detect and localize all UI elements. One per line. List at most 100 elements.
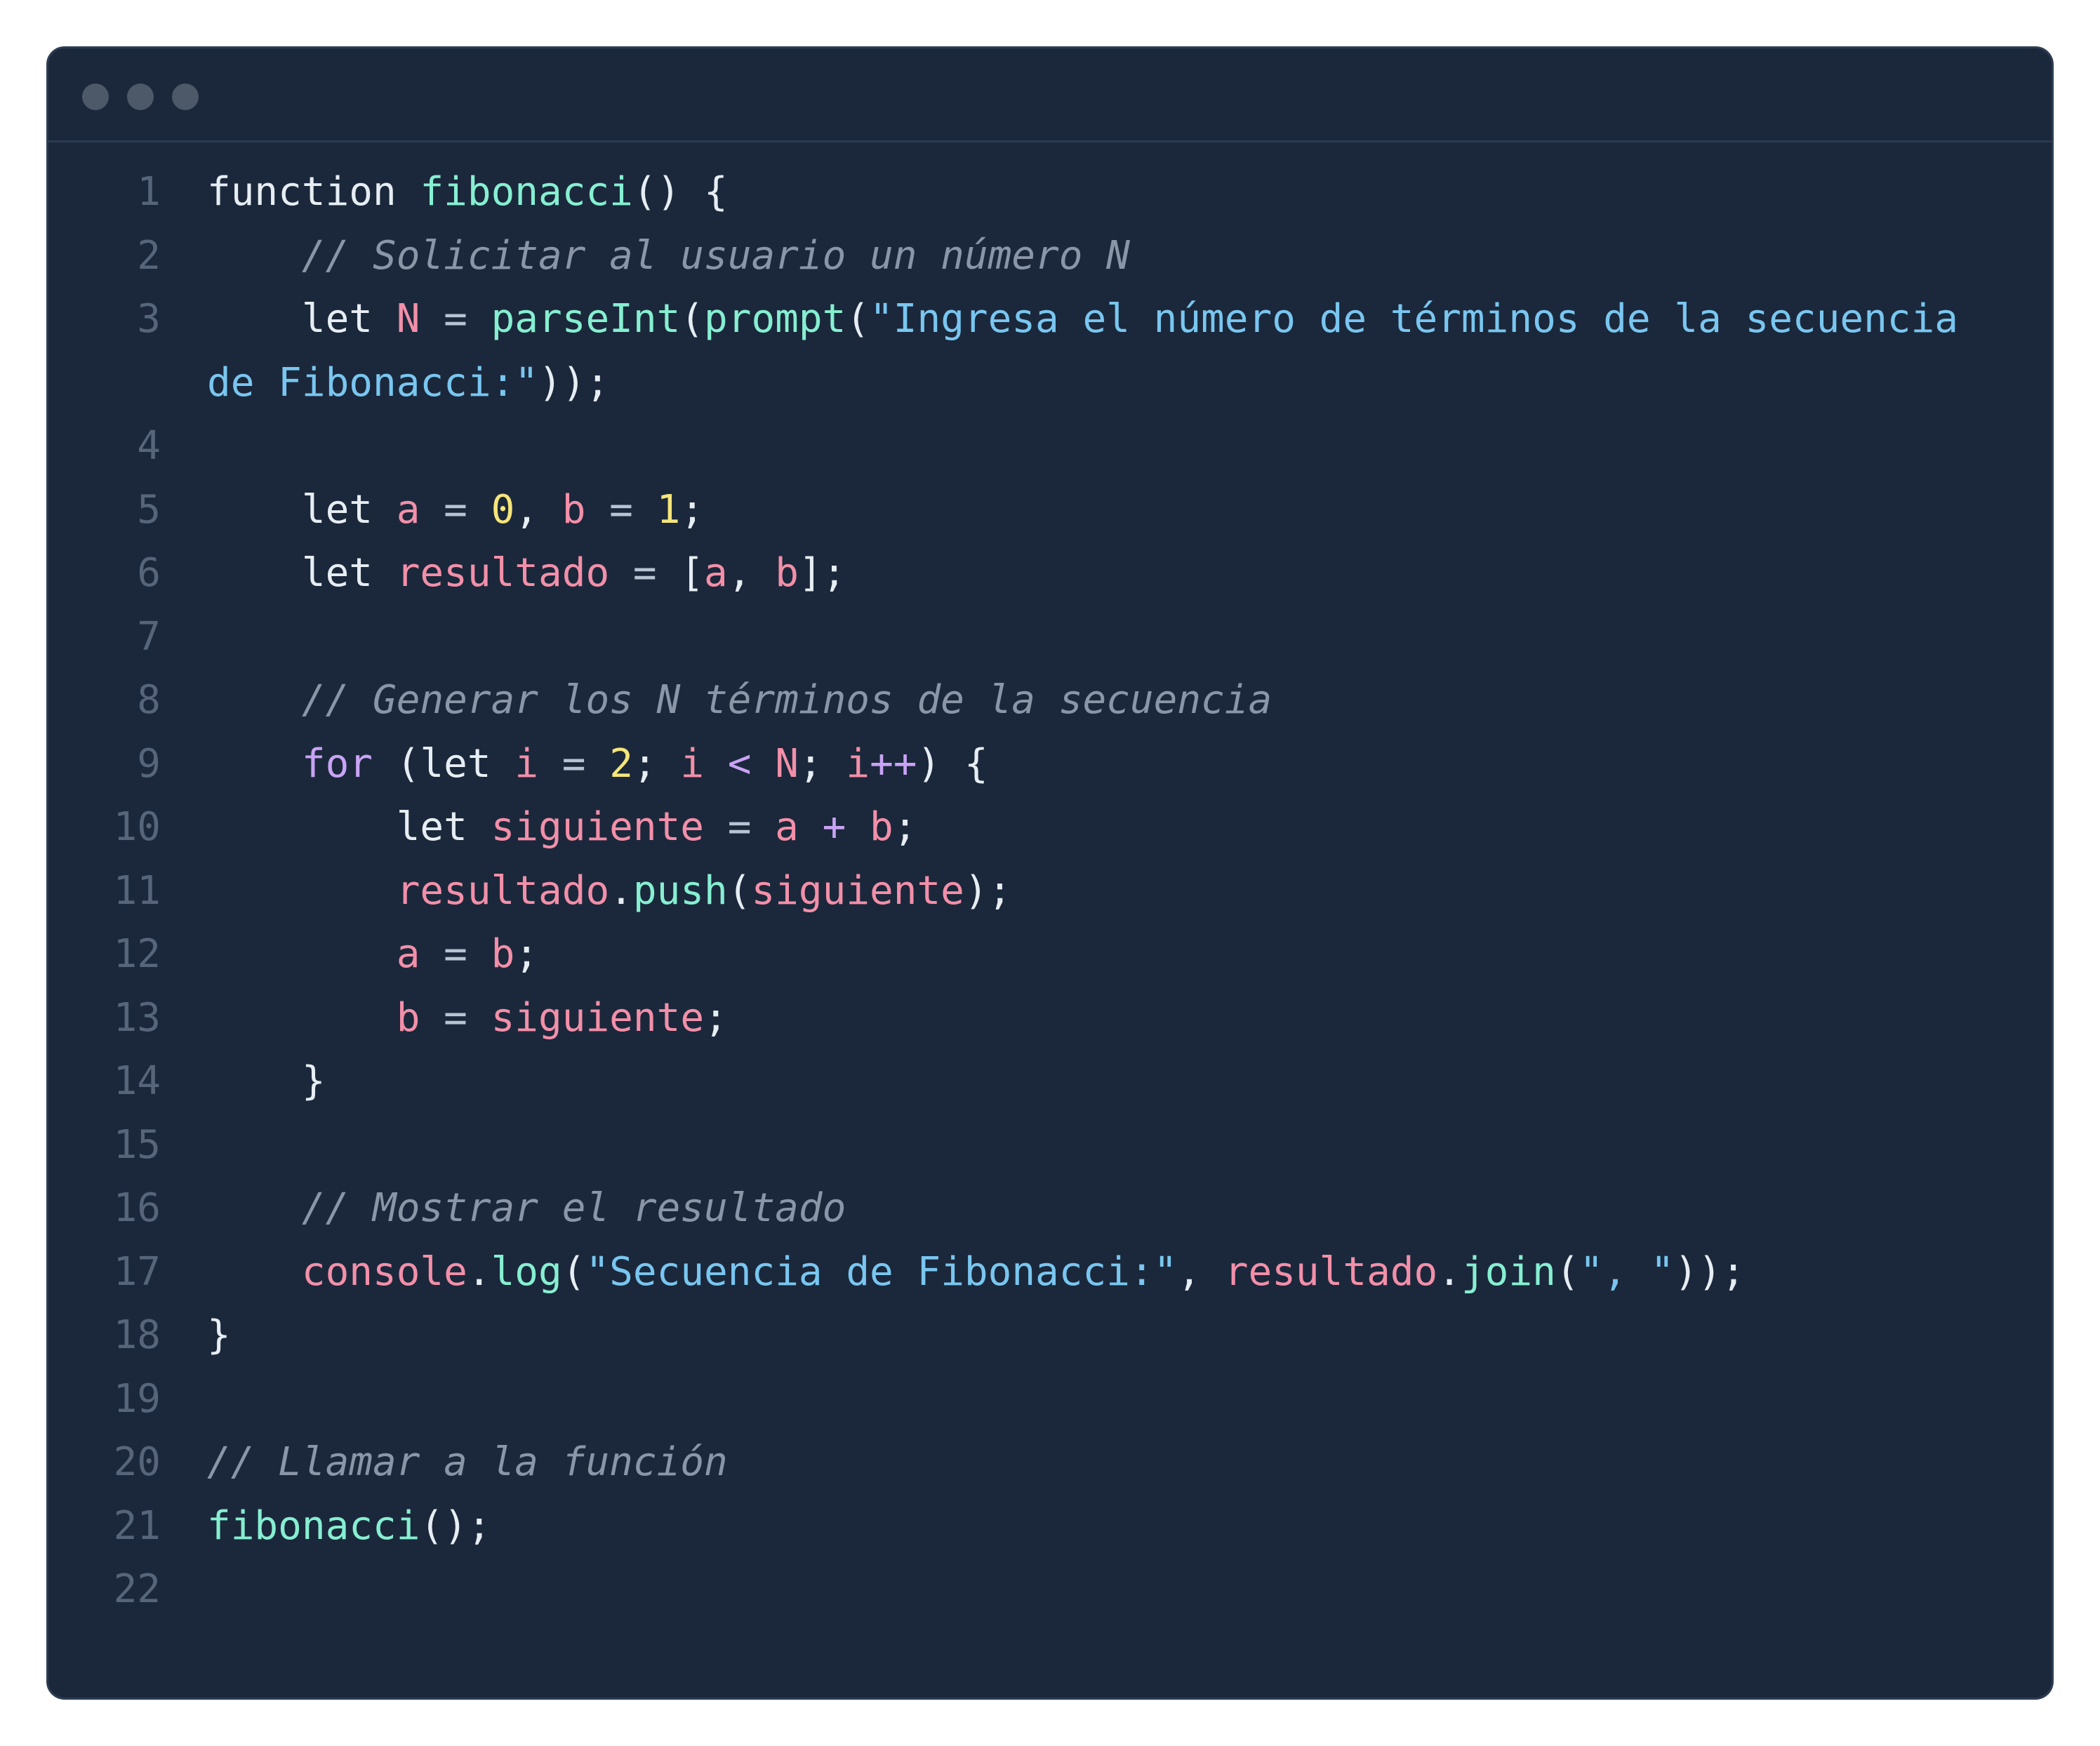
code-text: fibonacci();	[207, 1495, 491, 1559]
line-number: 10	[113, 804, 161, 850]
code-token: ;	[893, 804, 917, 850]
code-token: let	[207, 550, 397, 596]
code-token: );	[964, 867, 1012, 914]
code-token: (	[846, 296, 870, 342]
window-titlebar	[48, 48, 2052, 142]
code-token: 1	[656, 486, 681, 533]
window-control-dot[interactable]	[172, 84, 199, 110]
code-token: resultado	[1224, 1248, 1438, 1295]
window-control-dot[interactable]	[127, 84, 154, 110]
code-token: ;	[514, 931, 539, 977]
code-text: function fibonacci() {	[207, 161, 728, 225]
code-text: let siguiente = a + b;	[207, 796, 917, 860]
code-token: ;	[798, 740, 846, 787]
window-control-dot[interactable]	[82, 84, 109, 110]
code-token: b	[561, 486, 586, 533]
code-token: resultado	[396, 550, 610, 596]
code-token: // Generar los N términos de la secuenci…	[301, 677, 1272, 723]
code-text: }	[207, 1304, 231, 1368]
code-token: =	[420, 486, 491, 533]
code-token: fibonacci	[207, 1502, 420, 1549]
code-line: 18}	[48, 1304, 2052, 1368]
code-token: let	[207, 296, 397, 342]
code-token: ];	[798, 550, 846, 596]
code-token: a	[775, 804, 799, 850]
code-token: =	[538, 740, 610, 787]
code-token: console	[301, 1248, 467, 1295]
code-line: 9 for (let i = 2; i < N; i++) {	[48, 733, 2052, 797]
line-number: 13	[113, 994, 161, 1041]
code-text: // Mostrar el resultado	[207, 1177, 846, 1241]
code-token: // Mostrar el resultado	[301, 1185, 846, 1231]
line-number: 22	[113, 1566, 161, 1612]
line-number: 21	[113, 1502, 161, 1549]
code-line: 7	[48, 606, 2052, 669]
code-token: function	[207, 169, 420, 215]
code-text: // Llamar a la función	[207, 1431, 728, 1495]
line-number: 9	[137, 740, 161, 787]
code-token: ) {	[917, 740, 988, 787]
code-token: ;	[704, 994, 728, 1041]
code-token: b	[870, 804, 893, 850]
code-line: 3 let N = parseInt(prompt("Ingresa el nú…	[48, 288, 2052, 415]
code-line: 4	[48, 415, 2052, 479]
code-token: ,	[514, 486, 562, 533]
code-token: () {	[632, 169, 728, 215]
code-token: i	[846, 740, 870, 787]
code-token: log	[491, 1248, 562, 1295]
code-text: let resultado = [a, b];	[207, 542, 846, 606]
code-token: (	[1555, 1248, 1580, 1295]
code-token: <	[704, 740, 776, 787]
code-line: 8 // Generar los N términos de la secuen…	[48, 669, 2052, 733]
code-text: b = siguiente;	[207, 987, 728, 1051]
code-token: (	[727, 867, 752, 914]
code-token: a	[396, 931, 420, 977]
code-token: i	[514, 740, 539, 787]
code-line: 19	[48, 1368, 2052, 1432]
code-token: =	[420, 931, 491, 977]
code-token: b	[775, 550, 799, 596]
code-token: // Llamar a la función	[207, 1439, 728, 1485]
code-token: =	[585, 486, 657, 533]
code-line: 6 let resultado = [a, b];	[48, 542, 2052, 606]
code-line: 1 function fibonacci() {	[48, 161, 2052, 225]
code-editor[interactable]: 1 function fibonacci() {2 // Solicitar al…	[48, 142, 2052, 1622]
line-number: 18	[113, 1312, 161, 1358]
code-line: 12 a = b;	[48, 923, 2052, 987]
code-token: 2	[609, 740, 633, 787]
code-token: 0	[491, 486, 515, 533]
line-number: 2	[137, 232, 161, 279]
code-text: a = b;	[207, 923, 538, 987]
code-line: 11 resultado.push(siguiente);	[48, 860, 2052, 924]
code-text: console.log("Secuencia de Fibonacci:", r…	[207, 1241, 1746, 1305]
code-token: push	[632, 867, 728, 914]
line-number: 14	[113, 1058, 161, 1104]
line-number: 12	[113, 931, 161, 977]
code-token: ();	[420, 1502, 491, 1549]
code-token: =	[609, 550, 681, 596]
code-token: parseInt	[491, 296, 681, 342]
code-token: // Solicitar al usuario un número N	[301, 232, 1130, 279]
code-token: +	[798, 804, 870, 850]
line-number: 3	[137, 296, 161, 342]
code-line: 5 let a = 0, b = 1;	[48, 479, 2052, 542]
code-token: "Secuencia de Fibonacci:"	[585, 1248, 1178, 1295]
code-token: fibonacci	[420, 169, 633, 215]
line-number: 17	[113, 1248, 161, 1295]
line-number: 8	[137, 677, 161, 723]
code-token: siguiente	[751, 867, 964, 914]
code-token: [	[680, 550, 705, 596]
line-number: 6	[137, 550, 161, 596]
code-token: ;	[632, 740, 681, 787]
code-window: 1 function fibonacci() {2 // Solicitar al…	[46, 46, 2054, 1700]
code-token: siguiente	[491, 994, 705, 1041]
code-line: 22	[48, 1558, 2052, 1622]
code-token: ,	[1177, 1248, 1225, 1295]
line-number: 11	[113, 867, 161, 914]
